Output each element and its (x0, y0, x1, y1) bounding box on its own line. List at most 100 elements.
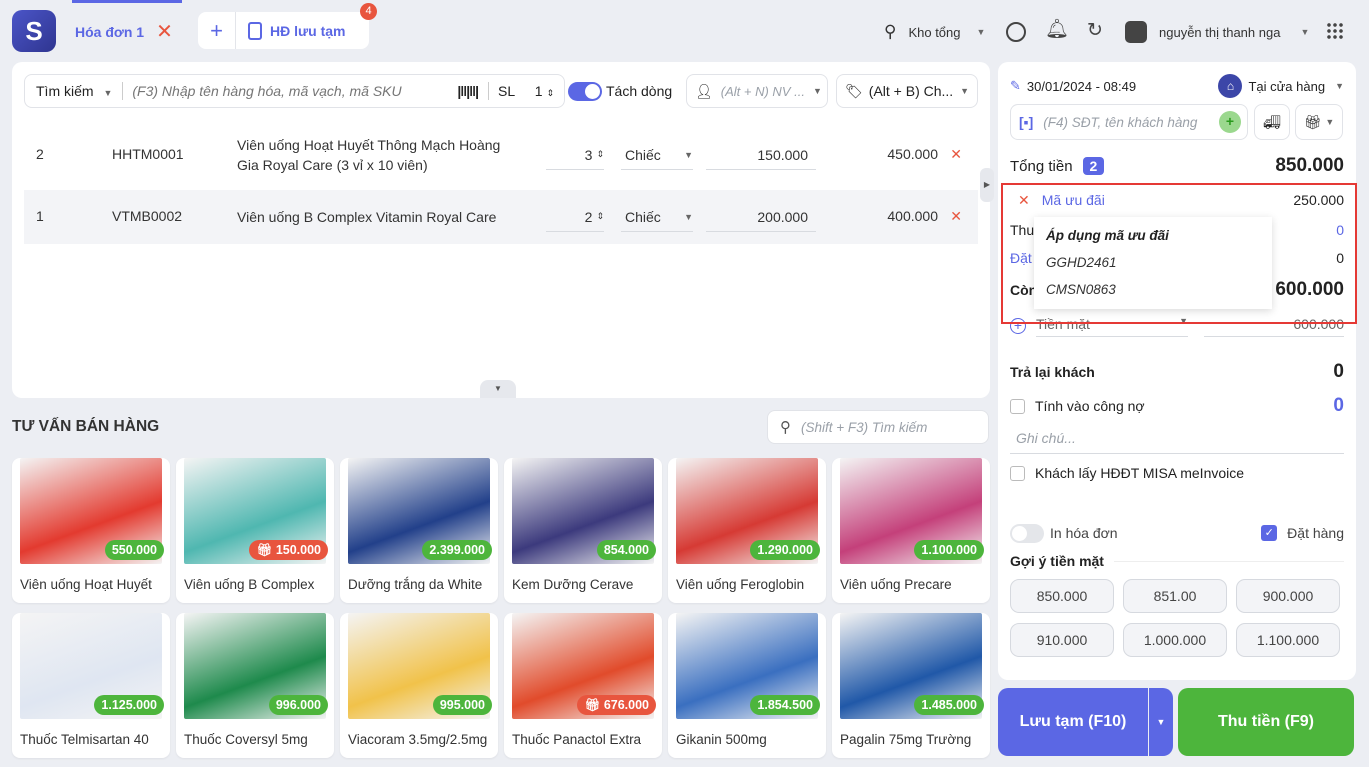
gift-icon: 🎁︎ (584, 698, 604, 712)
order-checkbox[interactable]: ✓ (1261, 525, 1278, 541)
chevron-down-icon: ▼ (976, 27, 986, 37)
product-name: Viên uống B Complex (184, 577, 315, 592)
product-name: Dưỡng trắng da White (348, 577, 483, 592)
invoice-panel: ✎ 30/01/2024 - 08:49 ⌂ Tại cửa hàng ▼ [▪] (F… (998, 62, 1356, 680)
product-card[interactable]: 1.125.000 Thuốc Telmisartan 40 (12, 613, 170, 758)
unit-select[interactable]: Chiếc ▼ (621, 140, 693, 170)
remove-line-icon[interactable]: ✕ (950, 208, 962, 225)
close-icon[interactable]: ✕ (156, 19, 173, 44)
cash-suggestion-button[interactable]: 900.000 (1236, 579, 1340, 613)
consult-search[interactable]: ⚲ (Shift + F3) Tìm kiếm (767, 410, 989, 444)
location-pin-icon: ⚲ (884, 22, 897, 41)
product-card[interactable]: 🎁︎ 150.000 Viên uống B Complex (176, 458, 334, 603)
add-tab-button[interactable]: + (198, 12, 236, 49)
messenger-icon[interactable] (1006, 22, 1026, 42)
quantity-stepper[interactable]: 3 ⇕ (546, 140, 604, 170)
unit-price-input[interactable]: 200.000 (706, 202, 816, 232)
store-icon: ⌂ (1218, 74, 1243, 98)
product-code: VTMB0002 (112, 208, 183, 224)
price-badge: 996.000 (268, 695, 328, 715)
price-badge: 1.854.500 (750, 695, 820, 715)
price-badge: 1.485.000 (914, 695, 984, 715)
unit-price-input[interactable]: 150.000 (706, 140, 816, 170)
save-options-dropdown[interactable]: ▼ (1149, 688, 1173, 756)
discount-code-item[interactable]: GGHD2461 (1046, 254, 1260, 271)
pos-app: S Hóa đơn 1 ✕ + HĐ lưu tạm 4 ⚲ Kho tổng ▼… (0, 0, 1369, 767)
customer-search[interactable]: [▪] (F4) SĐT, tên khách hàng + (1010, 104, 1248, 140)
total-amount: 850.000 (1275, 155, 1344, 176)
receipt-icon (248, 21, 262, 40)
product-card[interactable]: 854.000 Kem Dưỡng Cerave (504, 458, 662, 603)
sales-channel-select[interactable]: ⌂ Tại cửa hàng ▼ (1218, 74, 1344, 98)
product-name[interactable]: Viên uống B Complex Vitamin Royal Care (237, 207, 496, 227)
print-invoice-toggle[interactable] (1010, 523, 1044, 543)
collect-payment-button[interactable]: Thu tiền (F9) (1178, 688, 1354, 756)
app-logo[interactable]: S (12, 10, 56, 52)
discount-code-item[interactable]: CMSN0863 (1046, 281, 1260, 298)
tab-group: + HĐ lưu tạm (198, 12, 369, 49)
invoice-datetime[interactable]: ✎ 30/01/2024 - 08:49 (1010, 78, 1136, 94)
remove-line-icon[interactable]: ✕ (950, 146, 962, 163)
price-badge: 🎁︎ 676.000 (577, 695, 656, 715)
gift-icon: 🎁︎ (256, 543, 276, 557)
warehouse-select[interactable]: ⚲ Kho tổng ▼ (884, 22, 985, 42)
gift-icon: 🎁︎ (1303, 113, 1322, 130)
price-badge: 995.000 (432, 695, 492, 715)
saved-invoices-tab[interactable]: HĐ lưu tạm (236, 21, 345, 40)
cash-suggestion-button[interactable]: 1.000.000 (1123, 623, 1227, 657)
cash-suggestion-button[interactable]: 1.100.000 (1236, 623, 1340, 657)
product-name: Thuốc Panactol Extra (512, 732, 642, 747)
line-total: 400.000 (887, 208, 938, 224)
chevron-down-icon: ▼ (1300, 27, 1310, 37)
einvoice-checkbox[interactable] (1010, 465, 1025, 481)
note-input[interactable]: Ghi chú... (1010, 424, 1344, 454)
unit-select[interactable]: Chiếc ▼ (621, 202, 693, 232)
product-code: HHTM0001 (112, 146, 184, 162)
saved-count-badge: 4 (360, 3, 377, 20)
save-draft-button[interactable]: Lưu tạm (F10) (998, 688, 1148, 756)
user-menu[interactable]: nguyễn thị thanh nga ▼ (1125, 21, 1310, 43)
tab-label: Hóa đơn 1 (75, 23, 145, 40)
product-card[interactable]: 996.000 Thuốc Coversyl 5mg (176, 613, 334, 758)
line-index: 2 (36, 146, 44, 162)
price-badge: 2.399.000 (422, 540, 492, 560)
refresh-icon[interactable]: ↻ (1087, 20, 1103, 42)
product-card[interactable]: 🎁︎ 676.000 Thuốc Panactol Extra (504, 613, 662, 758)
truck-icon: 🚚︎ (1263, 113, 1281, 130)
search-icon: ⚲ (780, 419, 791, 436)
debt-checkbox[interactable] (1010, 398, 1025, 414)
order-line: 2 HHTM0001 Viên uống Hoạt Huyết Thông Mạ… (24, 124, 978, 186)
product-name: Kem Dưỡng Cerave (512, 577, 634, 592)
expand-right-handle[interactable]: ▶ (980, 168, 994, 202)
product-card[interactable]: 1.854.500 Gikanin 500mg (668, 613, 826, 758)
product-name[interactable]: Viên uống Hoạt Huyết Thông Mạch Hoàng Gia… (237, 135, 500, 175)
product-card[interactable]: 550.000 Viên uống Hoạt Huyết (12, 458, 170, 603)
cash-suggestion-button[interactable]: 910.000 (1010, 623, 1114, 657)
product-card[interactable]: 995.000 Viacoram 3.5mg/2.5mg (340, 613, 498, 758)
cash-suggestion-button[interactable]: 851.00 (1123, 579, 1227, 613)
user-avatar (1125, 21, 1147, 43)
cash-suggestion-button[interactable]: 850.000 (1010, 579, 1114, 613)
collapse-handle[interactable]: ▼ (480, 380, 516, 398)
debt-amount: 0 (1333, 395, 1344, 416)
add-customer-icon[interactable]: + (1219, 111, 1241, 133)
product-name: Viên uống Precare (840, 577, 952, 592)
product-card[interactable]: 2.399.000 Dưỡng trắng da White (340, 458, 498, 603)
quantity-stepper[interactable]: 2 ⇕ (546, 202, 604, 232)
price-badge: 854.000 (596, 540, 656, 560)
product-name: Gikanin 500mg (676, 732, 767, 747)
cash-suggestions: 850.000 851.00 900.000 910.000 1.000.000 1.10… (1010, 579, 1342, 657)
bell-icon[interactable]: 🔔︎ (1045, 19, 1069, 41)
gift-button[interactable]: 🎁︎ ▼ (1295, 104, 1343, 140)
product-card[interactable]: 1.100.000 Viên uống Precare (832, 458, 990, 603)
chevron-down-icon: ▼ (1335, 81, 1344, 91)
product-name: Viên uống Hoạt Huyết (20, 577, 152, 592)
product-card[interactable]: 1.485.000 Pagalin 75mg Trường (832, 613, 990, 758)
popup-title: Áp dụng mã ưu đãi (1046, 228, 1169, 243)
tab-invoice-1[interactable]: Hóa đơn 1 ✕ (72, 0, 182, 60)
product-card[interactable]: 1.290.000 Viên uống Feroglobin (668, 458, 826, 603)
delivery-button[interactable]: 🚚︎ (1254, 104, 1290, 140)
product-name: Pagalin 75mg Trường (840, 732, 972, 747)
apps-grid-icon[interactable] (1326, 22, 1344, 40)
price-badge: 550.000 (104, 540, 164, 560)
